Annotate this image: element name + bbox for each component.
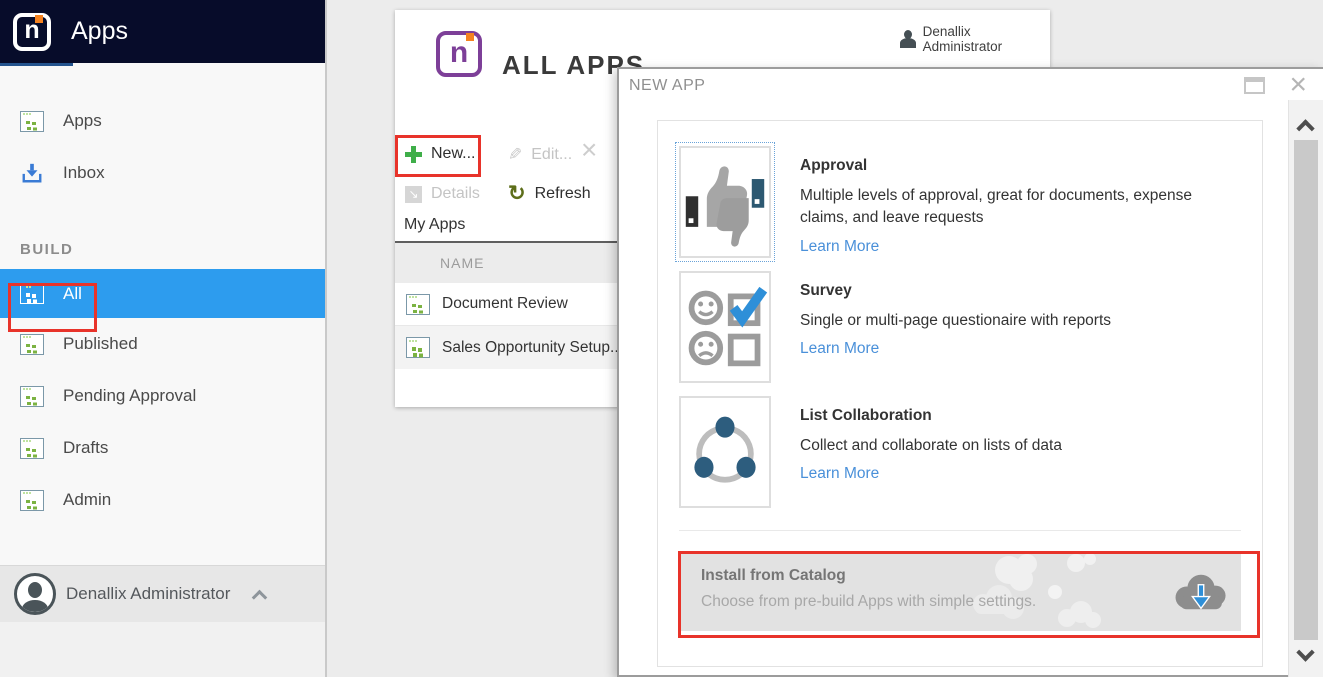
new-button[interactable]: New... xyxy=(405,145,475,163)
learn-more-link[interactable]: Learn More xyxy=(800,340,1111,358)
chevron-up-icon xyxy=(252,589,268,605)
inbox-download-icon xyxy=(22,163,42,183)
vertical-scrollbar[interactable] xyxy=(1288,100,1323,677)
logo-orange-dot-icon xyxy=(35,14,43,23)
template-item-list-collaboration[interactable]: List Collaboration Collect and collabora… xyxy=(679,396,1241,508)
app-window-icon xyxy=(406,337,430,358)
sidebar-item-label: All xyxy=(63,283,82,303)
user-menu[interactable]: Denallix Administrator xyxy=(0,565,325,622)
learn-more-link[interactable]: Learn More xyxy=(800,238,1241,256)
apps-window-icon xyxy=(20,110,44,132)
sidebar-item-label: Apps xyxy=(63,111,102,130)
details-arrow-icon: ↘ xyxy=(405,185,422,203)
apps-window-icon xyxy=(20,333,44,355)
logo-orange-dot-icon xyxy=(466,33,474,41)
template-name: Survey xyxy=(800,282,852,299)
scroll-down-icon[interactable] xyxy=(1296,643,1315,662)
close-icon[interactable]: × xyxy=(1289,67,1307,103)
logo-underline-accent xyxy=(0,63,73,66)
sidebar-item-label: Inbox xyxy=(63,163,105,182)
close-x-icon: × xyxy=(581,134,598,165)
sidebar-item-admin[interactable]: Admin xyxy=(0,474,325,526)
nintex-logo-icon: n xyxy=(13,12,51,51)
template-text: List Collaboration Collect and collabora… xyxy=(800,396,1062,508)
template-description: Multiple levels of approval, great for d… xyxy=(800,187,1193,227)
edit-button[interactable]: ✎ Edit... xyxy=(508,145,572,165)
sidebar-item-label: Pending Approval xyxy=(63,386,197,405)
sidebar-footer xyxy=(0,622,325,677)
new-app-dialog: NEW APP × Approval Multiple levels of ap… xyxy=(617,67,1323,677)
catalog-title: Install from Catalog xyxy=(701,567,846,584)
apps-window-icon xyxy=(20,489,44,511)
template-list-panel: Approval Multiple levels of approval, gr… xyxy=(657,120,1263,667)
pencil-icon: ✎ xyxy=(508,145,523,164)
app-window-icon xyxy=(406,293,430,315)
build-section-label: BUILD xyxy=(20,241,74,258)
approval-graphic xyxy=(685,166,765,247)
template-description: Single or multi-page questionaire with r… xyxy=(800,312,1112,329)
new-button-label: New... xyxy=(431,145,476,162)
app-title: Apps xyxy=(71,17,128,45)
details-button[interactable]: ↘ Details xyxy=(405,185,480,203)
sidebar-item-apps[interactable]: Apps xyxy=(0,95,325,147)
delete-button[interactable]: × xyxy=(581,136,597,164)
list-collaboration-graphic xyxy=(694,416,756,483)
cloud-download-icon xyxy=(1175,574,1226,610)
screen: n Apps Apps Inbox BUILD All Published Pe… xyxy=(0,0,1323,677)
thumbs-up-down-icon[interactable] xyxy=(675,142,775,262)
apps-window-icon xyxy=(20,437,44,459)
scrollbar-thumb[interactable] xyxy=(1294,140,1318,640)
sidebar-item-all[interactable]: All xyxy=(0,269,325,318)
sidebar-item-label: Drafts xyxy=(63,438,109,457)
sidebar-nav: Apps Inbox BUILD All Published Pending A… xyxy=(0,63,325,526)
catalog-subtitle: Choose from pre-build Apps with simple s… xyxy=(701,593,1037,610)
person-icon xyxy=(900,30,916,48)
template-name: List Collaboration xyxy=(800,407,932,424)
connected-circles-icon[interactable] xyxy=(679,396,771,508)
sidebar-item-drafts[interactable]: Drafts xyxy=(0,422,325,474)
user-avatar xyxy=(14,573,56,615)
dialog-title: NEW APP xyxy=(629,77,706,94)
learn-more-link[interactable]: Learn More xyxy=(800,465,1062,483)
install-from-catalog-banner[interactable]: Install from Catalog Choose from pre-bui… xyxy=(679,552,1241,631)
header-user-name: Denallix Administrator xyxy=(922,24,1003,54)
scroll-up-icon[interactable] xyxy=(1296,119,1315,138)
header-user-chip[interactable]: Denallix Administrator xyxy=(900,24,1050,54)
template-item-approval[interactable]: Approval Multiple levels of approval, gr… xyxy=(675,142,1241,262)
template-text: Survey Single or multi-page questionaire… xyxy=(800,271,1111,383)
template-description: Collect and collaborate on lists of data xyxy=(800,437,1062,454)
edit-button-label: Edit... xyxy=(531,146,573,163)
maximize-icon[interactable] xyxy=(1244,77,1265,94)
sidebar-item-pending-approval[interactable]: Pending Approval xyxy=(0,370,325,422)
survey-graphic xyxy=(688,286,768,367)
refresh-icon: ↻ xyxy=(508,182,526,205)
template-item-survey[interactable]: Survey Single or multi-page questionaire… xyxy=(679,271,1241,383)
name-column-header: NAME xyxy=(440,255,485,271)
app-name: Sales Opportunity Setup... xyxy=(442,338,623,356)
template-text: Approval Multiple levels of approval, gr… xyxy=(800,146,1241,258)
sidebar: n Apps Apps Inbox BUILD All Published Pe… xyxy=(0,0,327,677)
tab-my-apps[interactable]: My Apps xyxy=(404,216,465,234)
apps-window-icon xyxy=(20,385,44,407)
sidebar-app-header: n Apps xyxy=(0,0,325,63)
sidebar-item-inbox[interactable]: Inbox xyxy=(0,147,325,199)
details-button-label: Details xyxy=(431,185,480,202)
plus-icon xyxy=(405,145,422,163)
user-name: Denallix Administrator xyxy=(66,584,231,603)
divider xyxy=(679,530,1241,531)
apps-window-icon xyxy=(20,283,44,304)
nintex-logo-purple-icon: n xyxy=(436,31,482,77)
sidebar-item-label: Published xyxy=(63,334,138,353)
refresh-button-label: Refresh xyxy=(534,184,591,202)
app-name: Document Review xyxy=(442,295,568,312)
template-name: Approval xyxy=(800,157,868,174)
sidebar-item-published[interactable]: Published xyxy=(0,318,325,370)
sidebar-item-label: Admin xyxy=(63,490,112,509)
survey-faces-checkbox-icon[interactable] xyxy=(679,271,771,383)
refresh-button[interactable]: ↻ Refresh xyxy=(508,183,591,204)
logo-letter: n xyxy=(449,35,469,69)
cloud-decoration-icon xyxy=(973,553,1101,628)
